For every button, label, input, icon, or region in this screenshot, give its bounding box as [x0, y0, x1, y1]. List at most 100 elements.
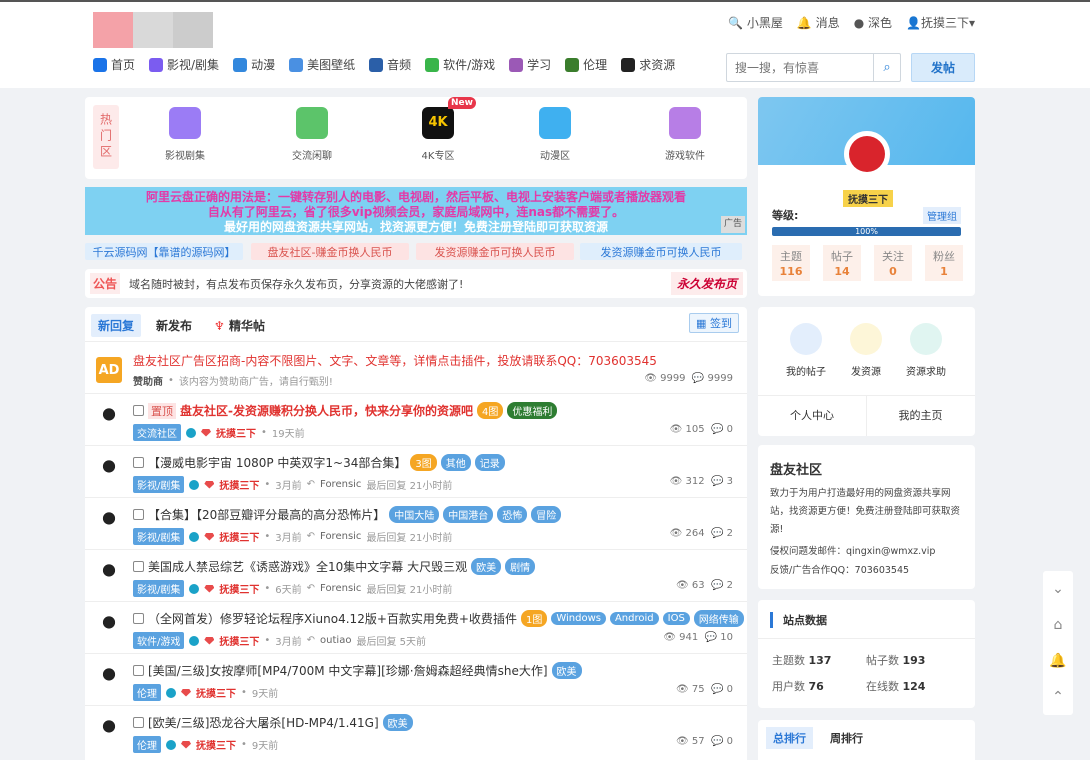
promo-link-1[interactable]: 盘友社区-赚金币换人民币: [251, 243, 409, 260]
category-badge[interactable]: 影视/剧集: [133, 528, 185, 545]
category-badge[interactable]: 影视/剧集: [133, 476, 185, 493]
tab-week-rank[interactable]: 周排行: [830, 730, 863, 746]
personal-center-link[interactable]: 个人中心: [758, 407, 866, 423]
profile-stat-3[interactable]: 粉丝 1: [925, 245, 963, 281]
last-replier[interactable]: Forensic: [320, 479, 361, 490]
blackroom-link[interactable]: 🔍 小黑屋: [728, 14, 783, 31]
profile-name[interactable]: 抚摸三下: [843, 190, 893, 207]
last-replier[interactable]: outiao: [320, 635, 351, 646]
category-badge[interactable]: 交流社区: [133, 424, 181, 441]
hot-item-1[interactable]: 交流闲聊: [272, 107, 352, 162]
home-button[interactable]: ⌂: [1043, 607, 1073, 643]
scroll-top-button[interactable]: ⌃: [1043, 679, 1073, 715]
table-row[interactable]: 【合集】【20部豆瓣评分最高的高分恐怖片】 中国大陆 中国港台 恐怖 冒险 影视/剧集 抚摸…: [85, 497, 747, 549]
search-button[interactable]: ⌕: [873, 54, 900, 81]
avatar[interactable]: [97, 406, 121, 430]
thread-tag[interactable]: 记录: [474, 454, 505, 471]
my-home-link[interactable]: 我的主页: [866, 407, 975, 423]
hot-item-4[interactable]: 游戏软件: [645, 107, 725, 162]
promo-link-0[interactable]: 千云源码网【靠谱的源码网】: [85, 243, 243, 260]
quick-item-0[interactable]: 我的帖子: [778, 323, 834, 378]
category-badge[interactable]: 影视/剧集: [133, 580, 185, 597]
avatar[interactable]: [97, 510, 121, 534]
thread-title[interactable]: （全网首发）修罗轻论坛程序Xiuno4.12版+百款实用免费+收费插件: [148, 610, 517, 627]
nav-item-4[interactable]: 音频: [369, 56, 411, 73]
ad-row[interactable]: AD 盘友社区广告区招商-内容不限图片、文字、文章等，详情点击插件，投放请联系Q…: [85, 341, 747, 393]
profile-stat-1[interactable]: 帖子 14: [823, 245, 861, 281]
thread-tag[interactable]: 其他: [440, 454, 471, 471]
avatar[interactable]: [97, 666, 121, 690]
search-input[interactable]: [727, 54, 872, 81]
hot-item-2[interactable]: 4K New 4K专区: [398, 97, 478, 162]
hot-item-0[interactable]: 影视剧集: [145, 107, 225, 162]
tab-new-post[interactable]: 新发布: [149, 314, 199, 337]
thread-tag[interactable]: 中国港台: [443, 506, 494, 523]
tab-featured[interactable]: ♆ 精华帖: [207, 314, 272, 337]
avatar[interactable]: [97, 614, 121, 638]
thread-tag[interactable]: Windows: [551, 612, 606, 625]
nav-item-3[interactable]: 美图壁纸: [289, 56, 355, 73]
avatar[interactable]: [97, 562, 121, 586]
table-row[interactable]: （全网首发）修罗轻论坛程序Xiuno4.12版+百款实用免费+收费插件 1图 Win…: [85, 601, 747, 653]
thread-tag[interactable]: 欧美: [551, 662, 582, 679]
nav-item-2[interactable]: 动漫: [233, 56, 275, 73]
thread-tag[interactable]: 欧美: [471, 558, 502, 575]
sign-in-button[interactable]: ▦ 签到: [689, 313, 739, 333]
table-row[interactable]: [欧美/三级]恐龙谷大屠杀[HD-MP4/1.41G] 欧美 伦理 抚摸三下 • 9天前 👁…: [85, 705, 747, 757]
site-logo[interactable]: [93, 12, 133, 48]
select-checkbox[interactable]: [133, 665, 144, 676]
thread-title[interactable]: 美国成人禁忌综艺《诱惑游戏》全10集中文字幕 大尺毁三观: [148, 558, 467, 575]
post-button[interactable]: 发帖: [911, 53, 975, 82]
author-name[interactable]: 抚摸三下: [216, 425, 256, 440]
thread-tag[interactable]: 3图: [410, 454, 437, 471]
last-replier[interactable]: Forensic: [320, 583, 361, 594]
nav-item-1[interactable]: 影视/剧集: [149, 56, 219, 73]
nav-item-5[interactable]: 软件/游戏: [425, 56, 495, 73]
permanent-page-link[interactable]: 永久发布页: [671, 272, 743, 295]
notify-button[interactable]: 🔔: [1043, 643, 1073, 679]
author-name[interactable]: 抚摸三下: [219, 581, 259, 596]
thread-title[interactable]: 盘友社区-发资源赚积分换人民币，快来分享你的资源吧: [180, 402, 473, 419]
profile-stat-0[interactable]: 主题 116: [772, 245, 810, 281]
author-name[interactable]: 抚摸三下: [196, 737, 236, 752]
author-name[interactable]: 抚摸三下: [219, 477, 259, 492]
thread-tag[interactable]: IOS: [662, 612, 690, 625]
thread-tag[interactable]: 4图: [476, 402, 504, 419]
avatar[interactable]: [844, 131, 890, 177]
thread-tag[interactable]: 恐怖: [497, 506, 528, 523]
tab-new-reply[interactable]: 新回复: [91, 314, 142, 337]
thread-title[interactable]: 【合集】【20部豆瓣评分最高的高分恐怖片】: [148, 506, 385, 523]
table-row[interactable]: 置顶 盘友社区-发资源赚积分换人民币，快来分享你的资源吧 4图 优惠福利 交流社区 抚摸三…: [85, 393, 747, 445]
thread-tag[interactable]: 网络传输: [693, 610, 744, 627]
promo-link-3[interactable]: 发资源赚金币可换人民币: [580, 243, 742, 260]
last-replier[interactable]: Forensic: [320, 531, 361, 542]
select-checkbox[interactable]: [133, 509, 144, 520]
thread-tag[interactable]: 冒险: [531, 506, 562, 523]
author-name[interactable]: 抚摸三下: [196, 685, 236, 700]
dark-mode-toggle[interactable]: ● 深色: [854, 14, 892, 31]
profile-stat-2[interactable]: 关注 0: [874, 245, 912, 281]
select-checkbox[interactable]: [133, 457, 144, 468]
user-menu[interactable]: 👤抚摸三下▾: [906, 14, 975, 31]
category-badge[interactable]: 伦理: [133, 736, 161, 753]
tab-total-rank[interactable]: 总排行: [766, 727, 813, 749]
category-badge[interactable]: 软件/游戏: [133, 632, 185, 649]
author-name[interactable]: 抚摸三下: [219, 633, 259, 648]
thread-tag[interactable]: 中国大陆: [389, 506, 440, 523]
avatar[interactable]: [97, 718, 121, 742]
ad-title[interactable]: 盘友社区广告区招商-内容不限图片、文字、文章等，详情点击插件，投放请联系QQ：7…: [133, 352, 657, 369]
thread-title[interactable]: [欧美/三级]恐龙谷大屠杀[HD-MP4/1.41G]: [148, 714, 379, 731]
select-checkbox[interactable]: [133, 613, 144, 624]
quick-item-2[interactable]: 资源求助: [898, 323, 954, 378]
thread-tag[interactable]: 优惠福利: [507, 402, 558, 419]
messages-link[interactable]: 🔔 消息: [797, 14, 840, 31]
nav-item-7[interactable]: 伦理: [565, 56, 607, 73]
category-badge[interactable]: 伦理: [133, 684, 161, 701]
nav-item-0[interactable]: 首页: [93, 56, 135, 73]
thread-tag[interactable]: 欧美: [382, 714, 413, 731]
table-row[interactable]: 美国成人禁忌综艺《诱惑游戏》全10集中文字幕 大尺毁三观 欧美 剧情影视/剧集 抚摸三…: [85, 549, 747, 601]
scroll-down-button[interactable]: ⌄: [1043, 571, 1073, 607]
ad-banner[interactable]: 阿里云盘正确的用法是：一键转存别人的电影、电视剧，然后平板、电视上安装客户端或者…: [85, 187, 747, 235]
select-checkbox[interactable]: [133, 405, 144, 416]
thread-tag[interactable]: 剧情: [505, 558, 536, 575]
